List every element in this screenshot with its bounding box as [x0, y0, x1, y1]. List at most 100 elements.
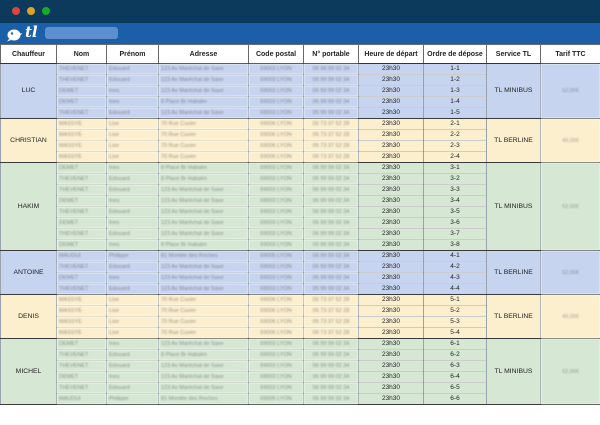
ordre-cell[interactable]: 5-4: [423, 327, 487, 339]
nom-cell[interactable]: THEVENET: [56, 74, 107, 86]
tel-cell[interactable]: 06 99 99 02 34: [303, 239, 359, 251]
adresse-cell[interactable]: 8 Place Br Habalm: [158, 173, 249, 185]
adresse-cell[interactable]: 81 Montée des Roches: [158, 393, 249, 405]
tel-cell[interactable]: 06 99 99 02 34: [303, 184, 359, 196]
heure-cell[interactable]: 23h30: [358, 85, 424, 97]
tel-cell[interactable]: 06 99 99 02 34: [303, 74, 359, 86]
column-header[interactable]: Ordre de dépose: [423, 44, 487, 64]
prenom-cell[interactable]: Lise: [106, 151, 159, 163]
adresse-cell[interactable]: 8 Place Br Habalm: [158, 96, 249, 108]
prenom-cell[interactable]: Ines: [106, 96, 159, 108]
tarif-cell[interactable]: 52,00€: [540, 250, 600, 295]
adresse-cell[interactable]: 70 Rue Cuvier: [158, 118, 249, 130]
tel-cell[interactable]: 06 99 99 02 34: [303, 261, 359, 273]
tel-cell[interactable]: 06 99 99 02 34: [303, 349, 359, 361]
cp-cell[interactable]: 69003 LYON: [248, 371, 304, 383]
heure-cell[interactable]: 23h30: [358, 206, 424, 218]
chauffeur-cell[interactable]: ANTOINE: [0, 250, 57, 295]
adresse-cell[interactable]: 123 Av Maréchal de Saxe: [158, 217, 249, 229]
prenom-cell[interactable]: Edouard: [106, 63, 159, 75]
tel-cell[interactable]: 06 99 99 02 34: [303, 272, 359, 284]
prenom-cell[interactable]: Philippe: [106, 250, 159, 262]
prenom-cell[interactable]: Edouard: [106, 206, 159, 218]
ordre-cell[interactable]: 4-3: [423, 272, 487, 284]
heure-cell[interactable]: 23h30: [358, 63, 424, 75]
tel-cell[interactable]: 06 73 37 52 28: [303, 129, 359, 141]
prenom-cell[interactable]: Lise: [106, 294, 159, 306]
prenom-cell[interactable]: Lise: [106, 140, 159, 152]
column-header[interactable]: Nom: [56, 44, 107, 64]
chauffeur-cell[interactable]: LUC: [0, 63, 57, 119]
close-window-button[interactable]: [12, 7, 20, 15]
tarif-cell[interactable]: 52,00€: [540, 338, 600, 405]
prenom-cell[interactable]: Ines: [106, 85, 159, 97]
cp-cell[interactable]: 69005 LYON: [248, 393, 304, 405]
cp-cell[interactable]: 69005 LYON: [248, 250, 304, 262]
tel-cell[interactable]: 06 99 99 02 34: [303, 393, 359, 405]
column-header[interactable]: Adresse: [158, 44, 249, 64]
ordre-cell[interactable]: 2-1: [423, 118, 487, 130]
cp-cell[interactable]: 69006 LYON: [248, 316, 304, 328]
prenom-cell[interactable]: Ines: [106, 239, 159, 251]
tarif-cell[interactable]: 52,00€: [540, 162, 600, 251]
tarif-cell[interactable]: 49,00€: [540, 294, 600, 339]
heure-cell[interactable]: 23h30: [358, 74, 424, 86]
adresse-cell[interactable]: 123 Av Maréchal de Saxe: [158, 371, 249, 383]
nom-cell[interactable]: THEVENET: [56, 63, 107, 75]
adresse-cell[interactable]: 70 Rue Cuvier: [158, 316, 249, 328]
nom-cell[interactable]: THEVENET: [56, 261, 107, 273]
adresse-cell[interactable]: 70 Rue Cuvier: [158, 294, 249, 306]
nom-cell[interactable]: THEVENET: [56, 360, 107, 372]
cp-cell[interactable]: 69003 LYON: [248, 349, 304, 361]
heure-cell[interactable]: 23h30: [358, 382, 424, 394]
heure-cell[interactable]: 23h30: [358, 360, 424, 372]
cp-cell[interactable]: 69003 LYON: [248, 261, 304, 273]
heure-cell[interactable]: 23h30: [358, 327, 424, 339]
heure-cell[interactable]: 23h30: [358, 129, 424, 141]
ordre-cell[interactable]: 1-5: [423, 107, 487, 119]
tel-cell[interactable]: 06 99 99 02 34: [303, 338, 359, 350]
adresse-cell[interactable]: 123 Av Maréchal de Saxe: [158, 360, 249, 372]
chauffeur-cell[interactable]: CHRISTIAN: [0, 118, 57, 163]
tel-cell[interactable]: 06 99 99 02 34: [303, 217, 359, 229]
adresse-cell[interactable]: 123 Av Maréchal de Saxe: [158, 261, 249, 273]
cp-cell[interactable]: 69003 LYON: [248, 173, 304, 185]
heure-cell[interactable]: 23h30: [358, 371, 424, 383]
tel-cell[interactable]: 06 99 99 02 34: [303, 107, 359, 119]
ordre-cell[interactable]: 6-6: [423, 393, 487, 405]
cp-cell[interactable]: 69006 LYON: [248, 129, 304, 141]
ordre-cell[interactable]: 4-4: [423, 283, 487, 295]
nom-cell[interactable]: DEMET: [56, 85, 107, 97]
ordre-cell[interactable]: 1-3: [423, 85, 487, 97]
ordre-cell[interactable]: 5-3: [423, 316, 487, 328]
prenom-cell[interactable]: Edouard: [106, 173, 159, 185]
nom-cell[interactable]: MASSYE: [56, 118, 107, 130]
cp-cell[interactable]: 69003 LYON: [248, 382, 304, 394]
cp-cell[interactable]: 69003 LYON: [248, 85, 304, 97]
prenom-cell[interactable]: Edouard: [106, 74, 159, 86]
ordre-cell[interactable]: 2-4: [423, 151, 487, 163]
heure-cell[interactable]: 23h30: [358, 239, 424, 251]
nom-cell[interactable]: DEMET: [56, 96, 107, 108]
cp-cell[interactable]: 69006 LYON: [248, 327, 304, 339]
maximize-window-button[interactable]: [42, 7, 50, 15]
prenom-cell[interactable]: Ines: [106, 338, 159, 350]
prenom-cell[interactable]: Edouard: [106, 184, 159, 196]
ordre-cell[interactable]: 4-2: [423, 261, 487, 273]
nom-cell[interactable]: DEMET: [56, 162, 107, 174]
tel-cell[interactable]: 06 99 99 02 34: [303, 360, 359, 372]
heure-cell[interactable]: 23h30: [358, 107, 424, 119]
adresse-cell[interactable]: 70 Rue Cuvier: [158, 129, 249, 141]
heure-cell[interactable]: 23h30: [358, 217, 424, 229]
ordre-cell[interactable]: 1-2: [423, 74, 487, 86]
adresse-cell[interactable]: 123 Av Maréchal de Saxe: [158, 272, 249, 284]
ordre-cell[interactable]: 3-7: [423, 228, 487, 240]
cp-cell[interactable]: 69003 LYON: [248, 63, 304, 75]
tel-cell[interactable]: 06 73 37 52 28: [303, 118, 359, 130]
nom-cell[interactable]: MASSYE: [56, 151, 107, 163]
table-row[interactable]: DENIS MASSYE Lise 70 Rue Cuvier 69006 LYON 06…: [0, 294, 600, 339]
tel-cell[interactable]: 06 99 99 02 34: [303, 382, 359, 394]
nom-cell[interactable]: MASSYE: [56, 294, 107, 306]
adresse-cell[interactable]: 123 Av Maréchal de Saxe: [158, 338, 249, 350]
prenom-cell[interactable]: Edouard: [106, 283, 159, 295]
